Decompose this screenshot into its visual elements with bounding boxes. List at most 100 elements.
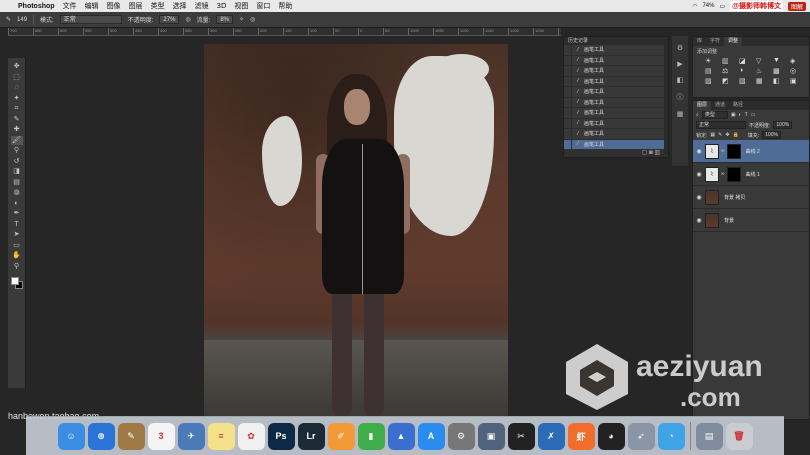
layer-row[interactable]: ◉ 背景 [693, 209, 809, 232]
history-snapshot-checkbox[interactable] [564, 87, 572, 97]
pen-tool-icon[interactable]: ✒ [11, 209, 23, 219]
menu-filter[interactable]: 滤镜 [195, 1, 209, 11]
safari-icon[interactable]: ⊕ [87, 422, 115, 450]
brush-preset-icon[interactable]: ✎ [6, 16, 11, 23]
adjustment-preset-icon[interactable]: ▤ [705, 67, 721, 75]
keynote-icon[interactable]: ▲ [387, 422, 415, 450]
adjustment-preset-icon[interactable]: ⚖ [722, 67, 738, 75]
layer-name[interactable]: 曲线 1 [743, 171, 760, 178]
flow-field[interactable]: 8% [216, 15, 233, 24]
adjustment-preset-icon[interactable]: ◩ [722, 77, 738, 85]
lock-paint-icon[interactable]: ✎ [718, 132, 722, 138]
opacity-field[interactable]: 27% [159, 15, 180, 24]
xcode-icon[interactable]: ✗ [537, 422, 565, 450]
lock-all-icon[interactable]: 🔒 [733, 132, 739, 138]
filter-type-icon[interactable]: T [745, 112, 748, 118]
layer-row[interactable]: ◉ 背景 拷贝 [693, 186, 809, 209]
menu-layer[interactable]: 图层 [129, 1, 143, 11]
history-item[interactable]: ⁄ 画笔工具 [564, 87, 668, 98]
layer-thumbnail[interactable] [705, 189, 719, 205]
qq-icon[interactable]: ◕ [597, 422, 625, 450]
layer-mask-thumbnail[interactable] [726, 143, 741, 159]
brush-size[interactable]: 149 [17, 17, 27, 23]
photos-icon[interactable]: ✿ [237, 422, 265, 450]
eye-icon[interactable]: ◉ [693, 217, 705, 224]
trash-icon[interactable]: 🗑 [725, 422, 753, 450]
history-snapshot-checkbox[interactable] [564, 108, 572, 118]
tab-layers[interactable]: 图层 [693, 101, 712, 110]
stamp-tool-icon[interactable]: ⚲ [11, 146, 23, 156]
adjustment-preset-icon[interactable]: ▩ [773, 67, 789, 75]
notes-icon[interactable]: ≡ [207, 422, 235, 450]
filter-adjustment-icon[interactable]: ◐ [739, 112, 742, 118]
airbrush-icon[interactable]: ✧ [239, 16, 244, 23]
tab-paths[interactable]: 路径 [729, 101, 747, 110]
history-item[interactable]: ⁄ 画笔工具 [564, 45, 668, 56]
preview-icon[interactable]: ✈ [177, 422, 205, 450]
photoshop-icon[interactable]: Ps [267, 422, 295, 450]
swatches-icon[interactable]: ▦ [677, 110, 684, 118]
layer-name[interactable]: 曲线 2 [743, 148, 760, 155]
history-snapshot-checkbox[interactable] [564, 139, 572, 149]
eye-icon[interactable]: ◉ [693, 171, 705, 178]
history-snapshot-checkbox[interactable] [564, 129, 572, 139]
menu-file[interactable]: 文件 [63, 1, 77, 11]
history-item[interactable]: ⁄ 画笔工具 [564, 129, 668, 140]
layer-thumbnail[interactable] [705, 212, 719, 228]
history-tab[interactable]: 历史记录 [564, 37, 668, 45]
history-brush-tool-icon[interactable]: ↺ [11, 157, 23, 167]
image-capture-icon[interactable]: ▣ [477, 422, 505, 450]
adjustment-preset-icon[interactable]: ▨ [705, 77, 721, 85]
layer-row[interactable]: ◉ ⌇ ∞ 曲线 1 [693, 163, 809, 186]
adjustment-preset-icon[interactable]: ◪ [739, 57, 755, 65]
adjustment-preset-icon[interactable]: ▣ [790, 77, 806, 85]
adjustment-preset-icon[interactable]: ▥ [722, 57, 738, 65]
crop-tool-icon[interactable]: ⌗ [11, 104, 23, 114]
camera-icon[interactable]: ◙ [649, 150, 653, 156]
history-item[interactable]: ⁄ 画笔工具 [564, 108, 668, 119]
launchpad-icon[interactable]: ➶ [627, 422, 655, 450]
xiami-icon[interactable]: 虾 [567, 422, 595, 450]
pages-icon[interactable]: ✐ [327, 422, 355, 450]
adjustment-preset-icon[interactable]: ◑ [739, 67, 755, 75]
battery-icon[interactable]: ▭ [719, 3, 725, 10]
history-snapshot-checkbox[interactable] [564, 97, 572, 107]
path-select-tool-icon[interactable]: ➤ [11, 230, 23, 240]
notes-brown-icon[interactable]: ✎ [117, 422, 145, 450]
battery-level[interactable]: 74% [702, 3, 714, 9]
history-snapshot-checkbox[interactable] [564, 45, 572, 55]
zoom-tool-icon[interactable]: ⚲ [11, 262, 23, 272]
menu-help[interactable]: 帮助 [278, 1, 292, 11]
finder-icon[interactable]: ☺ [57, 422, 85, 450]
system-preferences-icon[interactable]: ⚙ [447, 422, 475, 450]
layer-name[interactable]: 背景 拷贝 [721, 194, 745, 201]
layer-row[interactable]: ◉ ⌇ ∞ 曲线 2 [693, 140, 809, 163]
history-snapshot-checkbox[interactable] [564, 55, 572, 65]
menu-app-name[interactable]: Photoshop [18, 3, 55, 10]
hand-tool-icon[interactable]: ✋ [11, 251, 23, 261]
trash-icon[interactable]: ▥ [654, 150, 660, 156]
menu-view[interactable]: 视图 [234, 1, 248, 11]
layer-opacity-field[interactable]: 100% [773, 121, 793, 129]
eye-icon[interactable]: ◉ [693, 148, 705, 155]
layer-name[interactable]: 背景 [721, 217, 734, 224]
document-canvas[interactable] [204, 44, 508, 416]
menu-3d[interactable]: 3D [217, 2, 227, 10]
gradient-tool-icon[interactable]: ▤ [11, 178, 23, 188]
lock-pixels-icon[interactable]: ▦ [710, 132, 715, 138]
mode-select[interactable]: 正常 [59, 15, 122, 24]
calendar-icon[interactable]: 3 [147, 422, 175, 450]
eyedropper-tool-icon[interactable]: ✎ [11, 115, 23, 125]
move-tool-icon[interactable]: ✥ [11, 62, 23, 72]
menu-select[interactable]: 选择 [173, 1, 187, 11]
eraser-tool-icon[interactable]: ◨ [11, 167, 23, 177]
numbers-icon[interactable]: ▮ [357, 422, 385, 450]
chain-link-icon[interactable]: ∞ [721, 171, 725, 177]
shape-tool-icon[interactable]: ▭ [11, 241, 23, 251]
pressure-opacity-icon[interactable]: ◎ [185, 16, 190, 23]
adjustment-preset-icon[interactable]: ◎ [790, 67, 806, 75]
dodge-tool-icon[interactable]: ◐ [11, 199, 23, 209]
history-snapshot-checkbox[interactable] [564, 76, 572, 86]
pressure-size-icon[interactable]: ◎ [250, 16, 255, 23]
final-cut-icon[interactable]: ✂ [507, 422, 535, 450]
